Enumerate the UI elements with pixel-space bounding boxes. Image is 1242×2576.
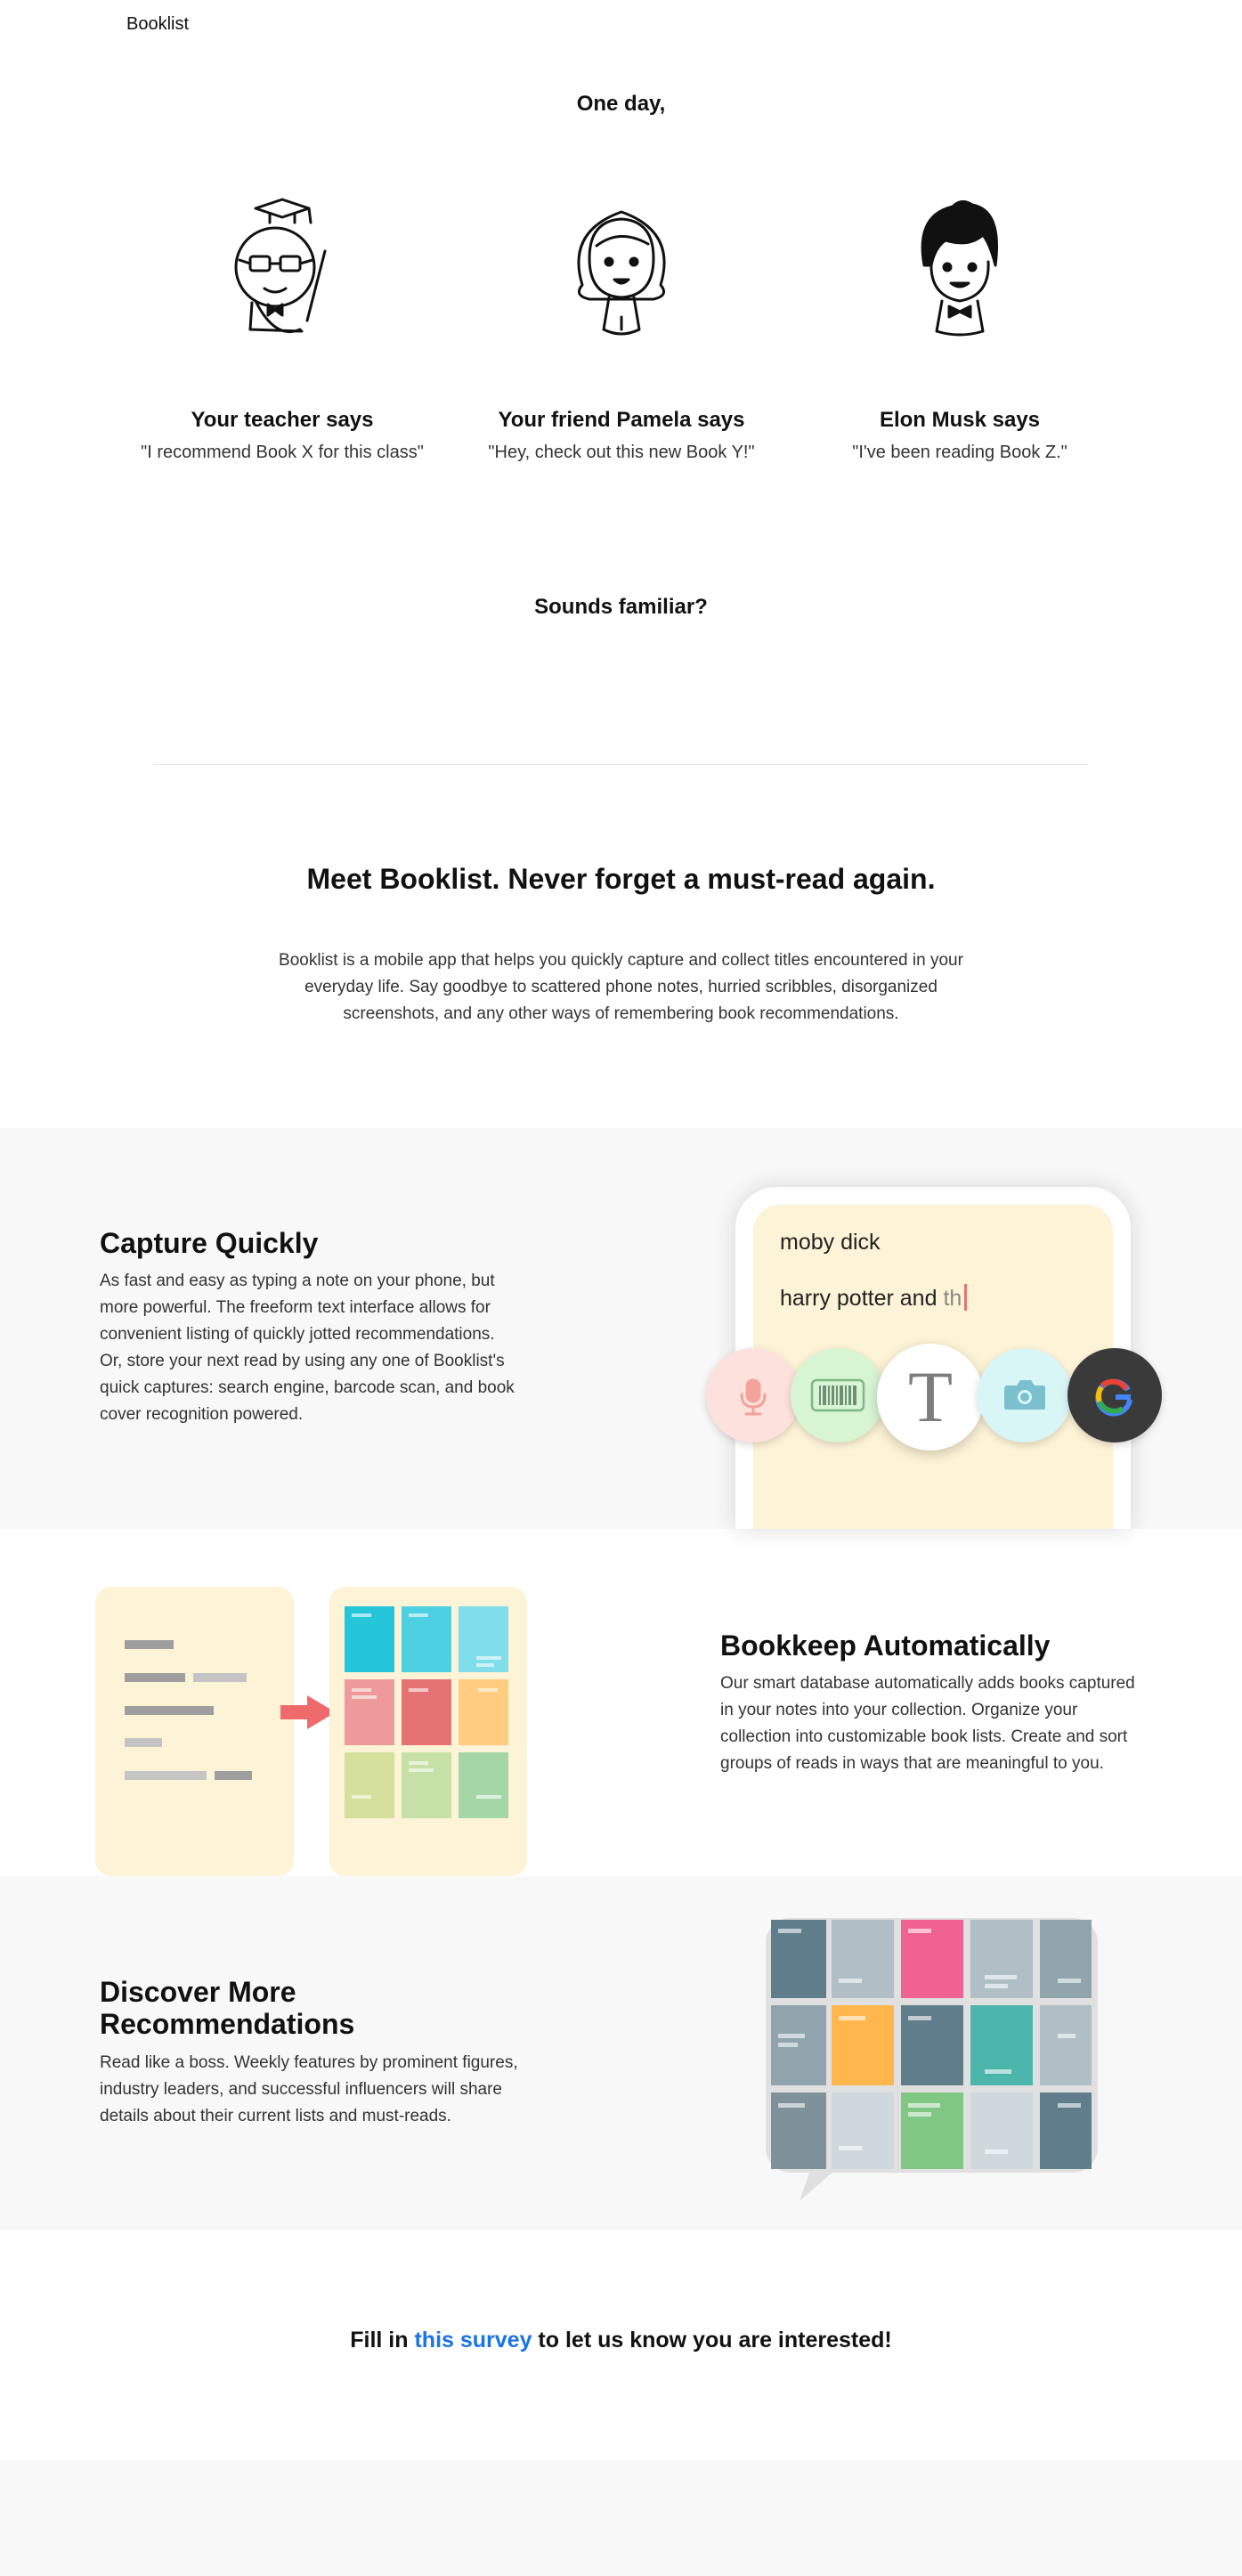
svg-text:T: T [908,1356,953,1437]
meet-heading: Meet Booklist. Never forget a must-read … [306,863,936,895]
teacher-avatar-icon [234,198,327,334]
text-capture-button[interactable]: T [877,1344,984,1451]
recommendation-bubble-illustration [766,1918,1098,2201]
speech-bubble-tail [800,2170,835,2201]
brand-logo-link[interactable]: Booklist [126,14,189,35]
capture-description: As fast and easy as typing a note on you… [100,1272,515,1424]
bookkeep-description: Our smart database automatically adds bo… [720,1674,1135,1773]
microphone-icon [740,1378,767,1416]
elon-avatar-icon [921,200,999,337]
intro-heading: One day, [576,92,666,116]
friend-avatar-icon [577,210,666,336]
person-title: Your friend Pamela says [498,408,745,432]
familiar-heading: Sounds familiar? [534,595,708,619]
footer [0,2460,1242,2576]
person-elon: Elon Musk says "I've been reading Book Z… [800,196,1120,481]
person-title: Elon Musk says [879,408,1041,432]
person-quote: "I recommend Book X for this class" [141,443,424,462]
barcode-icon [810,1378,865,1412]
note-line: moby dick [780,1230,881,1255]
survey-cta: Fill in this survey to let us know you a… [350,2328,892,2353]
google-icon [1095,1378,1132,1417]
meet-description: Booklist is a mobile app that helps you … [279,951,963,1023]
note-line-typing: harry potter and th [780,1284,968,1312]
discover-title: Discover More Recommendations [100,1976,355,2040]
section-divider [153,764,1088,765]
voice-capture-button[interactable] [706,1348,800,1442]
bookkeep-title: Bookkeep Automatically [720,1629,1051,1662]
notes-card [95,1587,294,1876]
featured-book-grid [771,1920,1092,2169]
google-search-capture-button[interactable] [1067,1348,1162,1442]
person-quote: "Hey, check out this new Book Y!" [488,443,755,462]
camera-icon [1004,1380,1045,1410]
barcode-capture-button[interactable] [791,1348,885,1442]
camera-capture-button[interactable] [978,1348,1072,1442]
text-cursor [964,1284,968,1311]
text-icon: T [908,1356,953,1437]
survey-link[interactable]: this survey [414,2328,532,2353]
person-title: Your teacher says [191,408,374,432]
bookkeep-illustration [95,1587,527,1876]
book-tile-grid [345,1606,508,1818]
person-quote: "I've been reading Book Z." [852,443,1067,462]
person-teacher: Your teacher says "I recommend Book X fo… [122,196,442,481]
capture-title: Capture Quickly [100,1227,319,1259]
discover-description: Read like a boss. Weekly features by pro… [100,2053,518,2125]
person-friend: Your friend Pamela says "Hey, check out … [461,196,782,481]
